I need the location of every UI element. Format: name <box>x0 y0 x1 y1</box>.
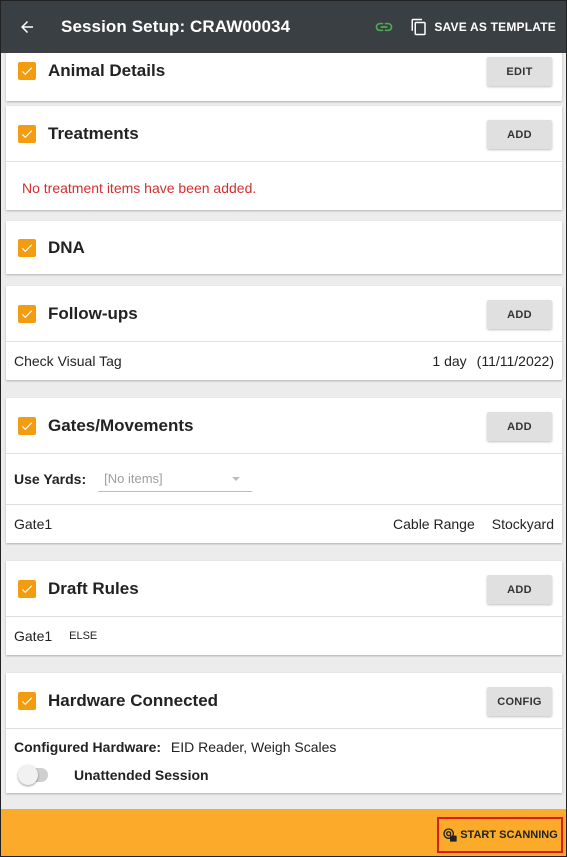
animal-details-checkbox[interactable] <box>18 62 36 80</box>
add-gate-button[interactable]: ADD <box>487 412 552 441</box>
gate-from: Cable Range <box>393 516 475 532</box>
draft-rules-checkbox[interactable] <box>18 579 36 598</box>
app-bar: Session Setup: CRAW00034 SAVE AS TEMPLAT… <box>1 1 566 53</box>
gates-checkbox[interactable] <box>18 416 36 435</box>
session-content[interactable]: Animal Details EDIT Treatments ADD No tr… <box>1 53 566 808</box>
config-button[interactable]: CONFIG <box>487 687 552 716</box>
card-header: Gates/Movements ADD <box>6 398 562 454</box>
empty-treatments-message: No treatment items have been added. <box>22 180 257 196</box>
gate-name: Gate1 <box>14 516 53 532</box>
hardware-checkbox[interactable] <box>18 691 36 710</box>
check-icon <box>21 309 33 318</box>
edit-button[interactable]: EDIT <box>487 57 552 86</box>
draft-gate: Gate1 <box>14 628 53 644</box>
draft-rule: ELSE <box>69 630 98 642</box>
card-header: Animal Details EDIT <box>6 53 562 101</box>
card-title: Draft Rules <box>48 578 139 598</box>
use-yards-select[interactable]: [No items] <box>98 466 253 492</box>
check-icon <box>21 696 33 705</box>
card-header: Hardware Connected CONFIG <box>6 673 562 729</box>
use-yards-row: Use Yards: [No items] <box>6 454 562 505</box>
card-treatments: Treatments ADD No treatment items have b… <box>6 106 562 210</box>
add-treatment-button[interactable]: ADD <box>487 120 552 149</box>
card-draft-rules: Draft Rules ADD Gate1 ELSE <box>6 561 562 655</box>
card-header: Treatments ADD <box>6 106 562 162</box>
configured-hardware-value: EID Reader, Weigh Scales <box>170 739 337 755</box>
card-header: Draft Rules ADD <box>6 561 562 617</box>
save-as-template-button[interactable]: SAVE AS TEMPLATE <box>404 1 566 53</box>
configured-hardware-row: Configured Hardware: EID Reader, Weigh S… <box>6 729 562 755</box>
link-button[interactable] <box>364 1 404 53</box>
dropdown-caret-icon <box>232 477 241 481</box>
page-title: Session Setup: CRAW00034 <box>61 17 291 36</box>
card-animal-details: Animal Details EDIT <box>6 53 562 101</box>
unattended-row: Unattended Session <box>6 755 562 785</box>
back-button[interactable] <box>1 1 53 53</box>
card-gates: Gates/Movements ADD Use Yards: [No items… <box>6 398 562 543</box>
check-icon <box>21 421 33 430</box>
check-icon <box>21 67 33 76</box>
card-followups: Follow-ups ADD Check Visual Tag 1 day (1… <box>6 286 562 380</box>
check-icon <box>21 129 33 138</box>
copy-icon <box>411 18 427 36</box>
save-as-template-label: SAVE AS TEMPLATE <box>434 20 556 34</box>
arrow-left-icon <box>21 21 33 33</box>
add-draft-rule-button[interactable]: ADD <box>487 575 552 604</box>
check-icon <box>21 584 33 593</box>
gate-to: Stockyard <box>491 516 554 532</box>
dna-checkbox[interactable] <box>18 238 36 257</box>
card-dna: DNA <box>6 221 562 274</box>
followup-duration: 1 day <box>432 353 467 369</box>
card-header: Follow-ups ADD <box>6 286 562 342</box>
use-yards-value: [No items] <box>104 471 163 486</box>
start-scanning-label: START SCANNING <box>460 829 558 841</box>
bottom-bar: START SCANNING <box>1 809 566 856</box>
toggle-knob <box>18 765 38 785</box>
unattended-label: Unattended Session <box>74 767 209 783</box>
followups-checkbox[interactable] <box>18 304 36 323</box>
card-title: Hardware Connected <box>48 690 219 710</box>
list-item[interactable]: Gate1 Cable Range Stockyard <box>6 505 562 543</box>
scan-icon <box>443 828 457 842</box>
use-yards-label: Use Yards: <box>14 471 87 487</box>
card-title: Gates/Movements <box>48 415 194 435</box>
followup-date: (11/11/2022) <box>476 353 554 369</box>
start-scanning-button[interactable]: START SCANNING <box>437 817 563 853</box>
card-title: Follow-ups <box>48 303 138 323</box>
check-icon <box>21 243 33 252</box>
treatments-checkbox[interactable] <box>18 124 36 143</box>
followup-name: Check Visual Tag <box>14 353 122 369</box>
link-icon <box>376 22 393 32</box>
card-hardware: Hardware Connected CONFIG Configured Har… <box>6 673 562 793</box>
add-followup-button[interactable]: ADD <box>487 300 552 329</box>
card-title: Animal Details <box>48 61 166 80</box>
card-title: Treatments <box>48 123 139 143</box>
unattended-toggle[interactable] <box>18 765 48 785</box>
list-item[interactable]: Gate1 ELSE <box>6 617 562 655</box>
list-item[interactable]: Check Visual Tag 1 day (11/11/2022) <box>6 342 562 380</box>
card-header: DNA <box>6 221 562 274</box>
card-title: DNA <box>48 237 85 257</box>
configured-hardware-label: Configured Hardware: <box>14 739 162 755</box>
